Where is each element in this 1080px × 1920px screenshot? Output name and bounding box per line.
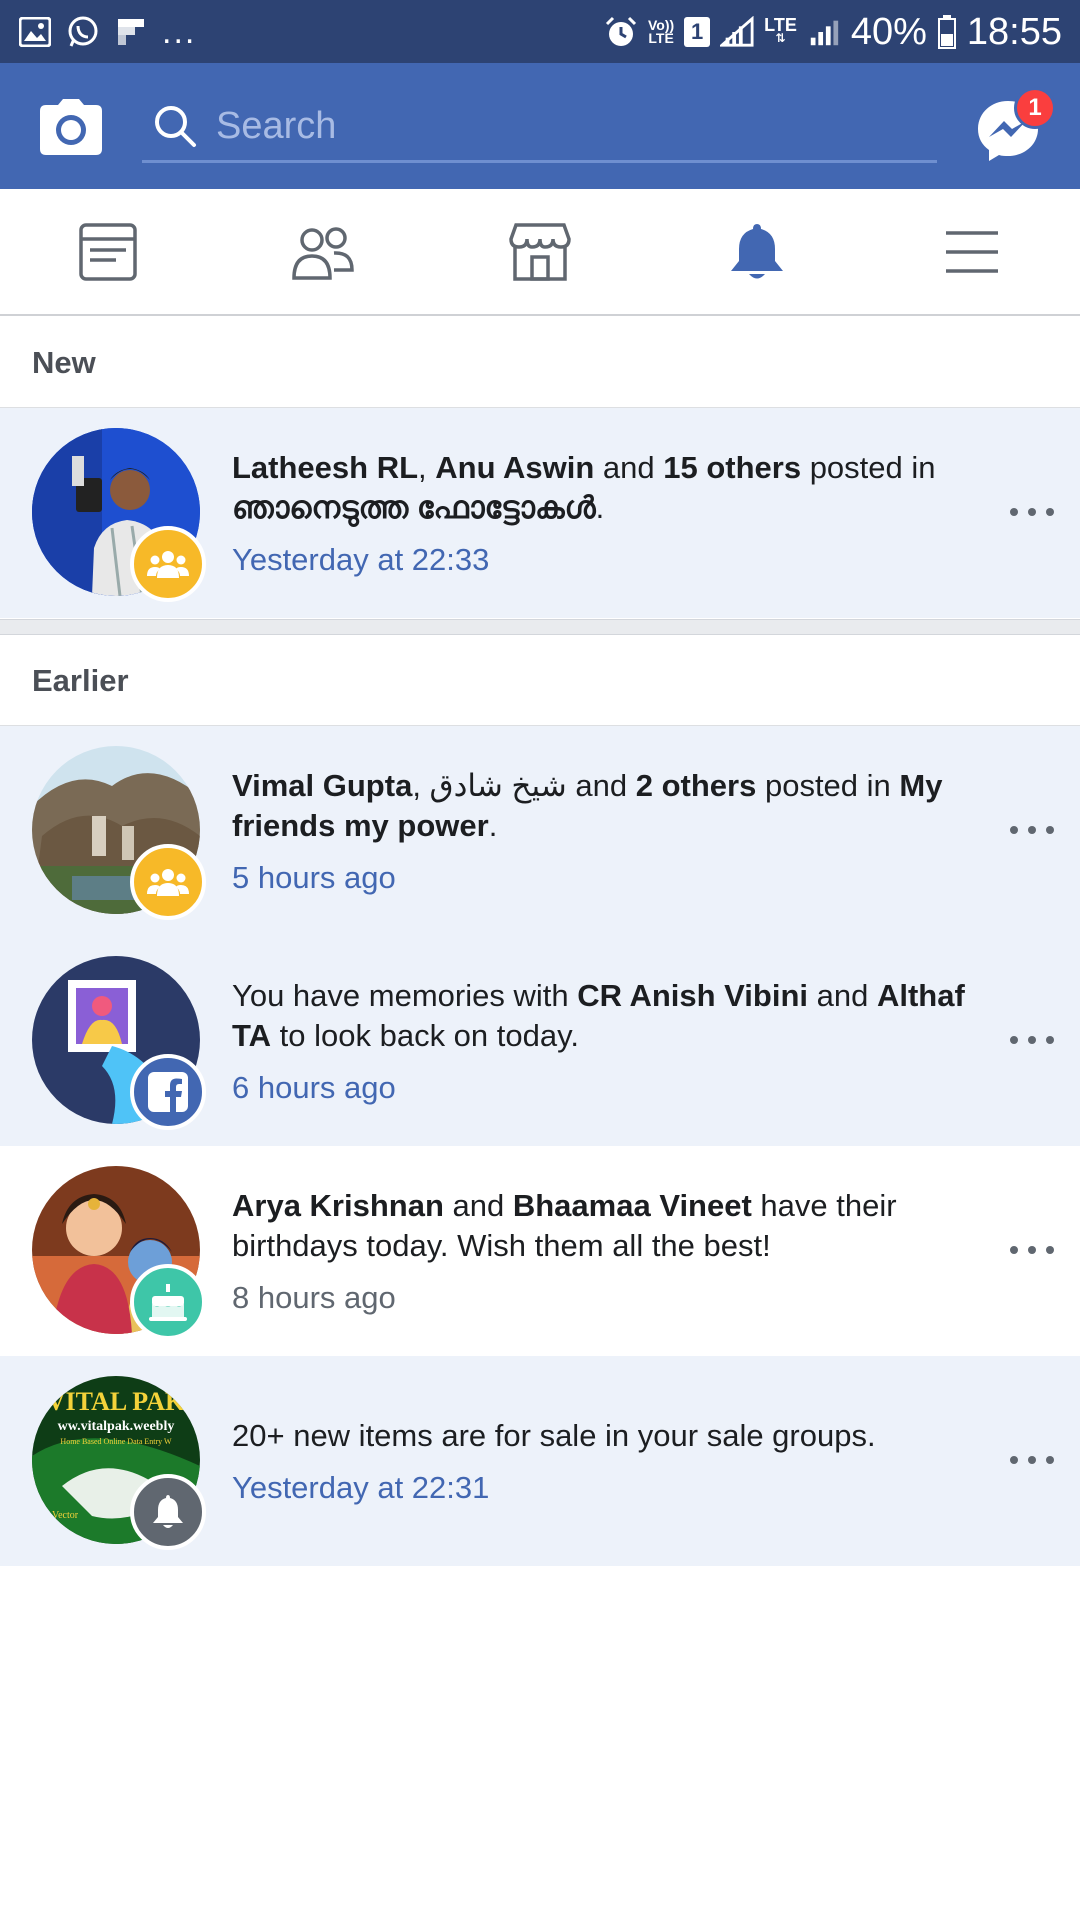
notification-text-part: and bbox=[443, 1188, 513, 1223]
battery-icon bbox=[937, 15, 957, 49]
tab-marketplace[interactable] bbox=[500, 217, 580, 287]
notification-item[interactable]: VITAL PAK ww.vitalpak.weebly Home Based … bbox=[0, 1356, 1080, 1566]
news-feed-icon bbox=[79, 223, 137, 281]
hamburger-menu-icon bbox=[946, 231, 998, 273]
more-options-button[interactable] bbox=[1010, 808, 1054, 852]
notification-text-part: to look back on today. bbox=[271, 1018, 579, 1053]
notification-text-part: and bbox=[566, 768, 636, 803]
search-icon bbox=[155, 106, 196, 147]
notification-text-bold[interactable]: CR Anish Vibini bbox=[577, 978, 808, 1013]
notification-text-part: and bbox=[594, 450, 664, 485]
section-separator bbox=[0, 619, 1080, 635]
search-input[interactable] bbox=[216, 101, 896, 151]
group-icon bbox=[130, 844, 206, 920]
more-options-button[interactable] bbox=[1010, 1228, 1054, 1272]
marketplace-icon bbox=[509, 223, 571, 281]
notification-time: 8 hours ago bbox=[232, 1280, 396, 1315]
tab-notifications[interactable] bbox=[717, 217, 797, 287]
notification-text-bold[interactable]: Bhaamaa Vineet bbox=[513, 1188, 752, 1223]
section-header-new: New bbox=[0, 318, 1080, 408]
more-options-button[interactable] bbox=[1010, 490, 1054, 534]
section-header-earlier: Earlier bbox=[0, 636, 1080, 726]
avatar-caption: Home Based Online Data Entry W bbox=[60, 1437, 172, 1446]
section-title: New bbox=[32, 344, 96, 380]
lte-indicator: LTE ⇅ bbox=[764, 15, 797, 45]
battery-percent: 40% bbox=[850, 10, 927, 53]
notification-item[interactable]: MORN Vimal Gupta, شيخ شادق and 2 others … bbox=[0, 726, 1080, 936]
notification-text-part: You have memories with bbox=[232, 978, 578, 1013]
section-title: Earlier bbox=[32, 662, 129, 698]
notification-text-part: . bbox=[595, 490, 605, 525]
notification-time: 5 hours ago bbox=[232, 860, 396, 895]
flipboard-icon bbox=[114, 15, 148, 49]
notification-time: Yesterday at 22:33 bbox=[232, 542, 490, 577]
notification-text-bold[interactable]: Arya Krishnan bbox=[232, 1188, 444, 1223]
friends-icon bbox=[292, 227, 354, 280]
birthday-cake-icon bbox=[130, 1264, 206, 1340]
notification-text-part: 20+ new items are for sale in your sale … bbox=[232, 1418, 876, 1453]
status-bar: ... Vo)) LTE 1 LTE ⇅ 40% 18:55 bbox=[0, 0, 1080, 63]
notification-time: 6 hours ago bbox=[232, 1070, 396, 1105]
signal-icon bbox=[720, 15, 754, 49]
bell-icon bbox=[731, 224, 783, 279]
volte-indicator: Vo)) LTE bbox=[647, 17, 675, 46]
camera-icon bbox=[40, 99, 102, 155]
notification-item[interactable]: Arya Krishnan and Bhaamaa Vineet have th… bbox=[0, 1146, 1080, 1356]
more-options-button[interactable] bbox=[1010, 1018, 1054, 1062]
tab-news-feed[interactable] bbox=[68, 217, 148, 287]
clock: 18:55 bbox=[966, 10, 1062, 53]
notification-text: Latheesh RL, Anu Aswin and 15 others pos… bbox=[232, 448, 972, 528]
gallery-icon bbox=[18, 15, 52, 49]
camera-button[interactable] bbox=[38, 97, 104, 157]
notification-text-bold[interactable]: Anu Aswin bbox=[435, 450, 594, 485]
sim-indicator: 1 bbox=[684, 17, 711, 47]
tab-bar bbox=[0, 189, 1080, 316]
notification-text: 20+ new items are for sale in your sale … bbox=[232, 1416, 972, 1456]
whatsapp-icon bbox=[66, 15, 100, 49]
signal-2-icon bbox=[807, 15, 841, 49]
notification-item[interactable]: Latheesh RL, Anu Aswin and 15 others pos… bbox=[0, 408, 1080, 618]
notification-text-part: posted in bbox=[756, 768, 900, 803]
search-bar[interactable] bbox=[142, 93, 937, 163]
avatar-caption: Vector bbox=[52, 1510, 79, 1521]
alarm-icon bbox=[604, 15, 638, 49]
notification-text-bold[interactable]: 2 others bbox=[636, 768, 757, 803]
tab-friends[interactable] bbox=[283, 217, 363, 287]
bell-icon bbox=[130, 1474, 206, 1550]
notification-time: Yesterday at 22:31 bbox=[232, 1470, 490, 1505]
notification-text-bold[interactable]: Vimal Gupta bbox=[232, 768, 412, 803]
notification-text: You have memories with CR Anish Vibini a… bbox=[232, 976, 972, 1056]
notification-text-part: شيخ شادق bbox=[429, 768, 567, 803]
notification-text-bold[interactable]: Latheesh RL bbox=[232, 450, 418, 485]
top-header: 1 bbox=[0, 63, 1080, 189]
notification-text-part: posted in bbox=[801, 450, 936, 485]
facebook-icon bbox=[130, 1054, 206, 1130]
notification-text-bold[interactable]: 15 others bbox=[663, 450, 801, 485]
notification-text: Vimal Gupta, شيخ شادق and 2 others poste… bbox=[232, 766, 972, 846]
notification-text-part: , bbox=[418, 450, 436, 485]
notification-text-part: and bbox=[808, 978, 877, 1013]
avatar-caption: VITAL PAK bbox=[47, 1387, 186, 1416]
notification-item[interactable]: You have memories with CR Anish Vibini a… bbox=[0, 936, 1080, 1146]
avatar-caption: MORN bbox=[174, 752, 200, 767]
group-icon bbox=[130, 526, 206, 602]
messenger-badge: 1 bbox=[1014, 87, 1056, 129]
notification-text-part: . bbox=[488, 808, 498, 843]
more-notifications-indicator: ... bbox=[162, 13, 197, 51]
notification-text-bold[interactable]: ഞാനെടുത്ത ഫോട്ടോകൾ bbox=[232, 490, 596, 525]
tab-menu[interactable] bbox=[932, 217, 1012, 287]
avatar-caption: ww.vitalpak.weebly bbox=[58, 1419, 175, 1434]
more-options-button[interactable] bbox=[1010, 1438, 1054, 1482]
notification-text: Arya Krishnan and Bhaamaa Vineet have th… bbox=[232, 1186, 972, 1266]
notification-text-part: , bbox=[412, 768, 430, 803]
